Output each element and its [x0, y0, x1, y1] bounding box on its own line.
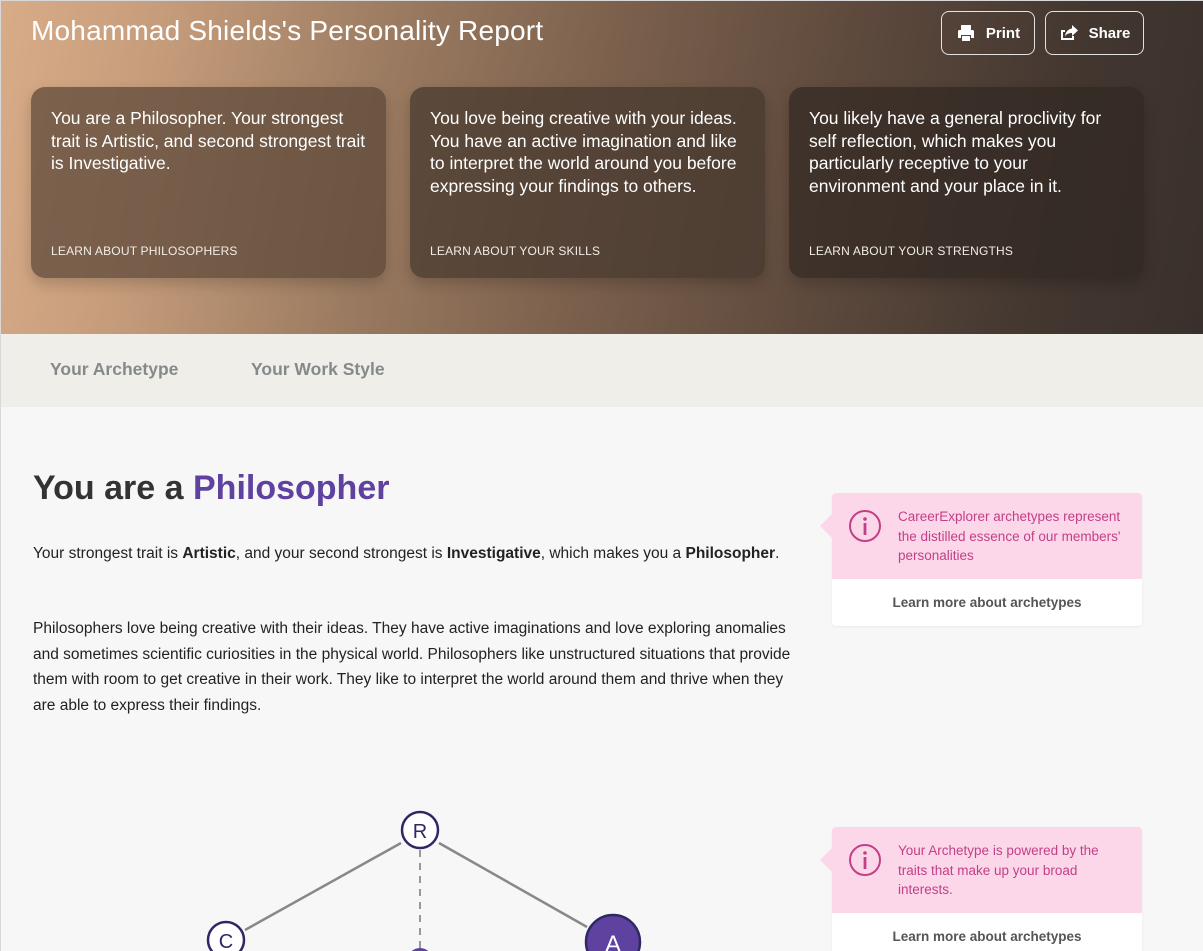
print-label: Print: [985, 24, 1021, 42]
info-box-archetypes: CareerExplorer archetypes represent the …: [820, 493, 1142, 626]
info-icon: [849, 844, 881, 876]
learn-about-strengths-link[interactable]: LEARN ABOUT YOUR STRENGTHS: [809, 244, 1013, 258]
second-trait: Investigative: [446, 545, 541, 562]
learn-more-archetypes-link[interactable]: Learn more about archetypes: [832, 579, 1142, 626]
node-a-label: A: [605, 931, 621, 951]
info-icon: [849, 510, 881, 542]
share-label: Share: [1088, 24, 1131, 42]
summary-card-archetype: You are a Philosopher. Your strongest tr…: [31, 87, 386, 278]
card-text: You love being creative with your ideas.…: [430, 108, 737, 196]
learn-about-philosophers-link[interactable]: LEARN ABOUT PHILOSOPHERS: [51, 244, 238, 258]
archetype-description: Philosophers love being creative with th…: [33, 620, 791, 714]
archetype-section: You are a Philosopher Your strongest tra…: [1, 407, 1203, 951]
archetype-name-inline: Philosopher: [685, 545, 776, 562]
archetype-name: Philosopher: [193, 469, 390, 507]
card-text: You likely have a general proclivity for…: [809, 108, 1102, 196]
share-button[interactable]: Share: [1045, 11, 1144, 55]
share-icon: [1060, 25, 1078, 40]
summary-card-strengths: You likely have a general proclivity for…: [789, 87, 1144, 278]
heading-prefix: You are a: [33, 469, 184, 507]
info-text: Your Archetype is powered by the traits …: [898, 843, 1099, 897]
section-tabs: Your Archetype Your Work Style: [1, 334, 1203, 407]
tab-your-work-style[interactable]: Your Work Style: [251, 359, 385, 380]
learn-about-skills-link[interactable]: LEARN ABOUT YOUR SKILLS: [430, 244, 600, 258]
tab-your-archetype[interactable]: Your Archetype: [50, 359, 178, 380]
riasec-hexagon-diagram: R C A: [206, 810, 642, 951]
edge-r-a: [438, 841, 588, 929]
info-box-traits: Your Archetype is powered by the traits …: [820, 827, 1142, 951]
summary-text: .: [775, 545, 780, 562]
print-button[interactable]: Print: [941, 11, 1035, 55]
info-text: CareerExplorer archetypes represent the …: [898, 509, 1121, 563]
archetype-summary: Your strongest trait is Artistic, and yo…: [33, 541, 803, 567]
summary-text: , which makes you a: [540, 545, 686, 562]
edge-r-c: [244, 841, 402, 932]
archetype-heading: You are a Philosopher: [33, 469, 389, 508]
learn-more-archetypes-link-2[interactable]: Learn more about archetypes: [832, 913, 1142, 951]
info-callout: CareerExplorer archetypes represent the …: [820, 493, 1142, 579]
page-title: Mohammad Shields's Personality Report: [31, 15, 544, 46]
report-header: Mohammad Shields's Personality Report Pr…: [1, 1, 1203, 334]
summary-text: , and your second strongest is: [235, 545, 447, 562]
summary-text: Your strongest trait is: [33, 545, 183, 562]
printer-icon: [957, 25, 974, 41]
strongest-trait: Artistic: [182, 545, 236, 562]
card-text: You are a Philosopher. Your strongest tr…: [51, 108, 366, 173]
info-callout: Your Archetype is powered by the traits …: [820, 827, 1142, 913]
summary-card-skills: You love being creative with your ideas.…: [410, 87, 765, 278]
node-c-label: C: [219, 931, 233, 951]
node-r-label: R: [413, 821, 427, 843]
